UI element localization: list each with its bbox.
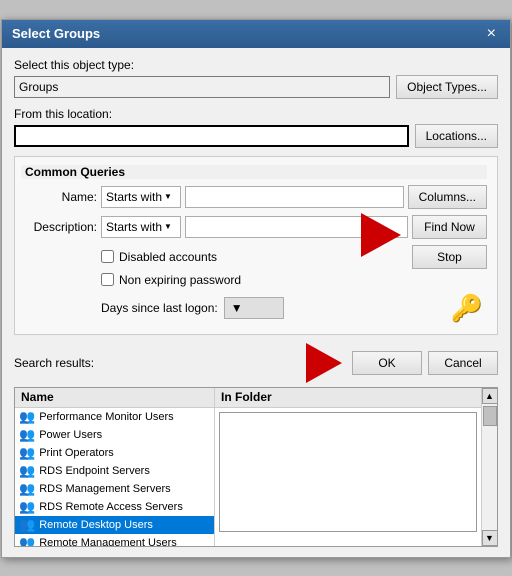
location-row: Locations... — [14, 124, 498, 148]
name-query-row: Name: Starts with ▼ Columns... — [25, 185, 487, 209]
object-types-button[interactable]: Object Types... — [396, 75, 498, 99]
desc-query-label: Description: — [25, 220, 97, 234]
desc-starts-with-select[interactable]: Starts with ▼ — [101, 216, 181, 238]
list-item[interactable]: 👥 RDS Endpoint Servers — [15, 462, 214, 480]
dialog-body: Select this object type: Object Types...… — [2, 48, 510, 557]
list-item-name: Remote Desktop Users — [39, 519, 153, 531]
disabled-accounts-row: Disabled accounts Stop — [101, 245, 487, 269]
common-queries-tab: Common Queries — [21, 165, 487, 179]
locations-button[interactable]: Locations... — [415, 124, 498, 148]
non-expiring-checkbox[interactable] — [101, 273, 114, 286]
list-item-name: RDS Remote Access Servers — [39, 501, 183, 513]
columns-button[interactable]: Columns... — [408, 185, 487, 209]
list-item[interactable]: 👥 RDS Remote Access Servers — [15, 498, 214, 516]
infolder-col-header: In Folder — [215, 388, 481, 408]
search-results-label: Search results: — [14, 356, 94, 370]
group-icon: 👥 — [19, 409, 35, 425]
list-item[interactable]: 👥 Performance Monitor Users — [15, 408, 214, 426]
disabled-accounts-label: Disabled accounts — [119, 250, 217, 264]
ok-button[interactable]: OK — [352, 351, 422, 375]
group-icon: 👥 — [19, 517, 35, 533]
object-type-row: Object Types... — [14, 75, 498, 99]
group-icon: 👥 — [19, 499, 35, 515]
cancel-button[interactable]: Cancel — [428, 351, 498, 375]
name-starts-with-select[interactable]: Starts with ▼ — [101, 186, 181, 208]
object-type-label: Select this object type: — [14, 58, 498, 72]
find-now-arrow-icon — [361, 213, 401, 257]
name-query-label: Name: — [25, 190, 97, 204]
list-item-name: Performance Monitor Users — [39, 411, 174, 423]
name-query-input[interactable] — [185, 186, 404, 208]
scroll-thumb[interactable] — [483, 406, 497, 426]
non-expiring-row: Non expiring password — [101, 273, 487, 287]
list-item-name: Remote Management Users — [39, 537, 177, 547]
title-bar: Select Groups × — [2, 20, 510, 48]
list-item[interactable]: 👥 Remote Desktop Users — [15, 516, 214, 534]
search-results-header: Search results: OK Cancel — [14, 343, 498, 383]
days-since-label: Days since last logon: — [101, 301, 218, 315]
location-label: From this location: — [14, 107, 498, 121]
group-icon: 👥 — [19, 445, 35, 461]
list-item-name: Print Operators — [39, 447, 114, 459]
ok-cancel-row: OK Cancel — [306, 343, 498, 383]
list-items-container: 👥 Performance Monitor Users 👥 Power Users 👥 P… — [15, 408, 214, 547]
non-expiring-label: Non expiring password — [119, 273, 241, 287]
select-groups-dialog: Select Groups × Select this object type:… — [1, 19, 511, 558]
name-column: Name 👥 Performance Monitor Users 👥 Power Us… — [15, 388, 215, 546]
desc-combo-arrow: ▼ — [164, 222, 172, 231]
infolder-box — [219, 412, 477, 532]
days-since-select[interactable]: ▼ — [224, 297, 284, 319]
ok-arrow-icon — [306, 343, 342, 383]
stop-button[interactable]: Stop — [412, 245, 487, 269]
group-icon: 👥 — [19, 481, 35, 497]
close-button[interactable]: × — [483, 26, 500, 42]
name-combo-arrow: ▼ — [164, 192, 172, 201]
list-item[interactable]: 👥 Print Operators — [15, 444, 214, 462]
scrollbar: ▲ ▼ — [481, 388, 497, 546]
list-item-name: RDS Management Servers — [39, 483, 170, 495]
infolder-column: In Folder — [215, 388, 481, 546]
dialog-title: Select Groups — [12, 26, 100, 41]
key-icon: 🔑 — [451, 293, 483, 324]
object-type-input[interactable] — [14, 76, 390, 98]
location-input[interactable] — [14, 125, 409, 147]
group-icon: 👥 — [19, 427, 35, 443]
find-now-button[interactable]: Find Now — [412, 215, 487, 239]
common-queries-group: Common Queries Name: Starts with ▼ Colum… — [14, 156, 498, 335]
disabled-accounts-checkbox[interactable] — [101, 250, 114, 263]
name-col-header: Name — [15, 388, 214, 408]
list-item[interactable]: 👥 RDS Management Servers — [15, 480, 214, 498]
days-combo-arrow: ▼ — [231, 301, 243, 315]
scroll-up-button[interactable]: ▲ — [482, 388, 498, 404]
list-item-name: Power Users — [39, 429, 102, 441]
list-item-name: RDS Endpoint Servers — [39, 465, 150, 477]
results-area: Name 👥 Performance Monitor Users 👥 Power Us… — [14, 387, 498, 547]
list-item[interactable]: 👥 Remote Management Users — [15, 534, 214, 547]
desc-query-row: Description: Starts with ▼ Find Now — [25, 215, 487, 239]
list-item[interactable]: 👥 Power Users — [15, 426, 214, 444]
group-icon: 👥 — [19, 535, 35, 547]
group-icon: 👥 — [19, 463, 35, 479]
scroll-down-button[interactable]: ▼ — [482, 530, 498, 546]
